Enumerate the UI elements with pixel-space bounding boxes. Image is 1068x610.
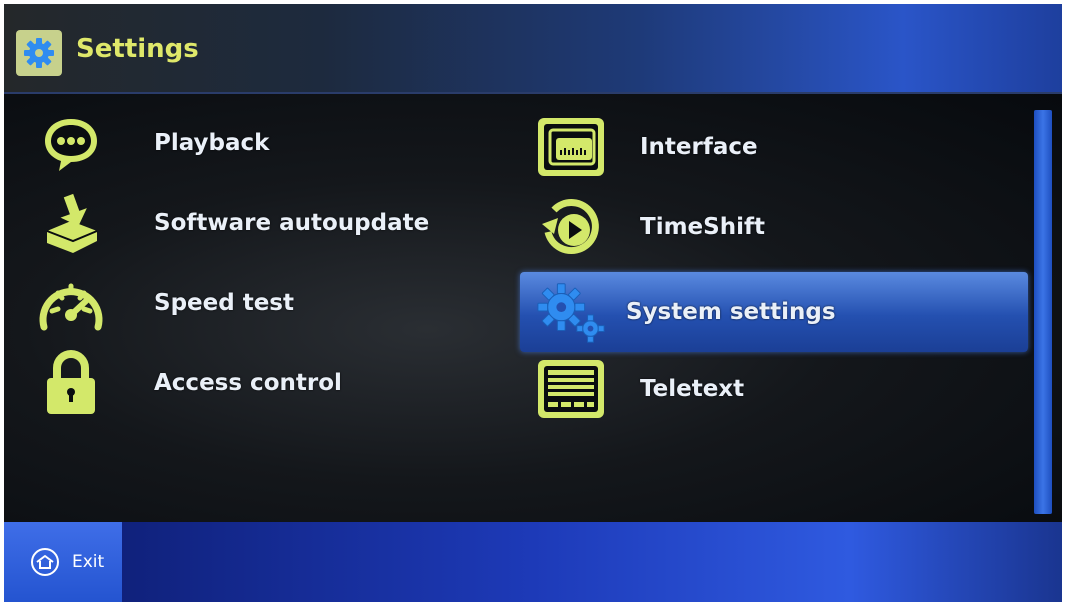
- scrollbar-thumb[interactable]: [1034, 110, 1052, 514]
- settings-screen: Settings Playback Software autoupdate Sp…: [4, 4, 1062, 602]
- menu-item-label: Software autoupdate: [154, 210, 430, 236]
- menu-item-access-control[interactable]: Access control: [34, 346, 342, 420]
- footer-bar: Exit: [4, 522, 1062, 602]
- exit-label: Exit: [72, 552, 105, 572]
- menu-item-label: Playback: [154, 130, 270, 156]
- interface-screen-icon: [534, 110, 608, 184]
- menu-item-speed-test[interactable]: Speed test: [34, 266, 294, 340]
- settings-gear-icon: [16, 30, 62, 76]
- page-title: Settings: [76, 34, 199, 64]
- speedometer-icon: [34, 266, 108, 340]
- menu-item-label: Access control: [154, 370, 342, 396]
- speech-bubble-icon: [34, 106, 108, 180]
- download-box-icon: [34, 186, 108, 260]
- timeshift-play-icon: [534, 190, 608, 264]
- teletext-icon: [534, 352, 608, 426]
- menu-item-label: Interface: [640, 134, 758, 160]
- menu-item-label: Speed test: [154, 290, 294, 316]
- menu-item-label: Teletext: [640, 376, 745, 402]
- menu-item-teletext[interactable]: Teletext: [534, 352, 1028, 426]
- menu-item-system-settings[interactable]: System settings: [520, 272, 1028, 352]
- scrollbar[interactable]: [1034, 110, 1052, 514]
- home-icon: [31, 548, 59, 576]
- lock-icon: [34, 346, 108, 420]
- menu-item-timeshift[interactable]: TimeShift: [534, 190, 1028, 264]
- gears-icon: [534, 275, 608, 349]
- header-bar: Settings: [4, 4, 1062, 94]
- menu-area: Playback Software autoupdate Speed test …: [4, 94, 1062, 522]
- menu-item-interface[interactable]: Interface: [534, 110, 1028, 184]
- menu-item-software-autoupdate[interactable]: Software autoupdate: [34, 186, 429, 260]
- menu-item-label: TimeShift: [640, 214, 765, 240]
- exit-button[interactable]: Exit: [4, 522, 122, 602]
- menu-item-label: System settings: [626, 299, 836, 325]
- menu-item-playback[interactable]: Playback: [34, 106, 269, 180]
